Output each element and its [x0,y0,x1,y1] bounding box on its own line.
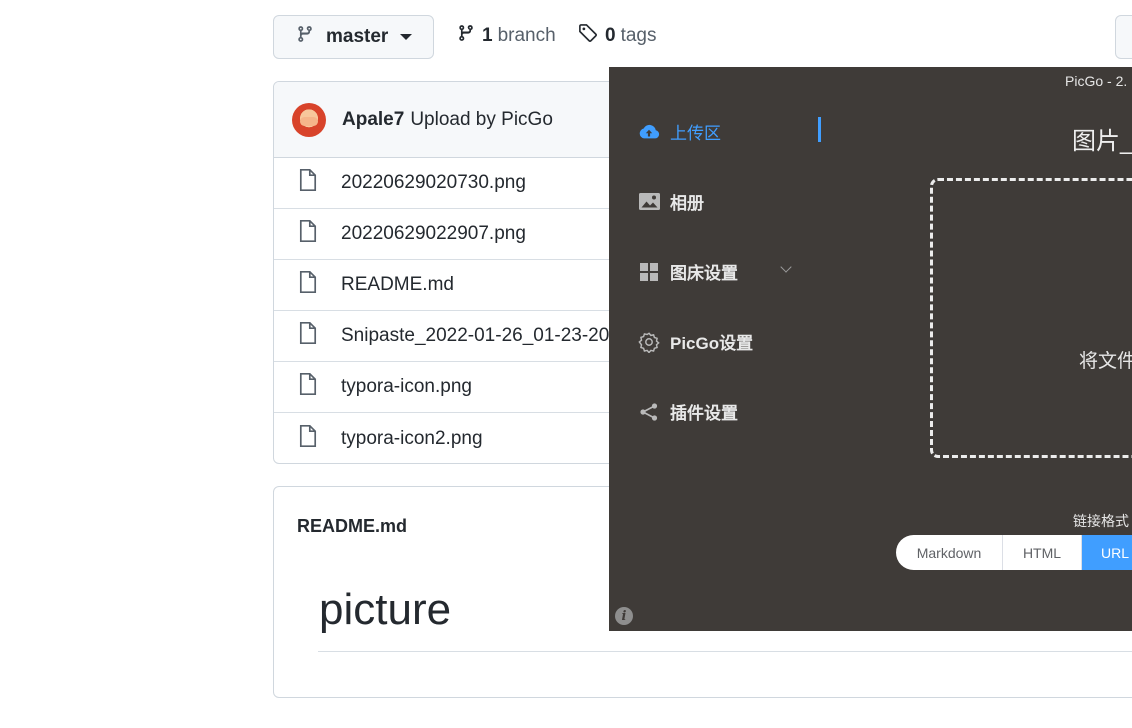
code-button[interactable] [1115,15,1132,59]
file-icon [298,270,318,300]
branch-count: 1 [482,25,493,46]
file-name[interactable]: typora-icon.png [341,376,472,398]
file-name[interactable]: 20220629020730.png [341,172,526,194]
gear-icon [638,331,660,353]
nav-picgo-settings[interactable]: PicGo设置 [638,329,753,354]
tags-link[interactable]: 0 tags [578,22,657,50]
git-branch-icon [296,24,314,50]
file-name[interactable]: Snipaste_2022-01-26_01-23-20. [341,325,615,347]
image-icon [638,191,660,213]
tag-count: 0 [605,25,616,46]
branches-link[interactable]: 1 branch [457,22,556,50]
nav-label: 图床设置 [670,264,738,283]
picgo-window: PicGo - 2. 上传区 相册 图床设置 PicGo设置 插件设置 图片_ … [609,67,1132,631]
info-icon[interactable]: i [615,607,633,625]
readme-heading: picture [319,585,452,634]
cloud-upload-icon [638,121,660,143]
nav-label: 插件设置 [670,404,738,423]
file-icon [298,372,318,402]
nav-album[interactable]: 相册 [638,189,704,214]
branch-name: master [326,26,389,47]
file-icon [298,424,318,454]
file-name[interactable]: 20220629022907.png [341,223,526,245]
nav-image-host-settings[interactable]: 图床设置 [638,259,738,284]
upload-drop-zone[interactable] [930,178,1132,458]
file-icon [298,321,318,351]
avatar[interactable] [292,102,326,137]
nav-upload-area[interactable]: 上传区 [638,119,721,144]
git-branch-icon [457,23,475,49]
chevron-down-icon[interactable] [780,261,792,273]
drop-zone-text: 将文件 [1079,351,1132,372]
branch-label: branch [497,25,556,46]
nav-label: PicGo设置 [670,334,754,353]
link-format-selector: Markdown HTML URL [896,535,1132,570]
nav-label: 相册 [670,194,704,213]
tag-icon [578,23,598,49]
format-html-button[interactable]: HTML [1003,535,1082,570]
file-icon [298,168,318,198]
chevron-down-icon [400,34,413,40]
divider [318,651,1132,652]
grid-icon [638,261,660,283]
branch-selector[interactable]: master [273,15,434,59]
link-format-label: 链接格式 [1073,513,1129,529]
readme-title: README.md [297,516,408,536]
window-title: PicGo - 2. [1065,73,1128,89]
format-markdown-button[interactable]: Markdown [896,535,1003,570]
format-url-button[interactable]: URL [1082,535,1132,570]
commit-author[interactable]: Apale7 [342,109,404,131]
active-indicator [818,117,821,142]
file-name[interactable]: typora-icon2.png [341,428,483,450]
share-icon [638,401,660,423]
upload-heading: 图片_ [1072,128,1132,155]
nav-plugin-settings[interactable]: 插件设置 [638,399,738,424]
commit-message[interactable]: Upload by PicGo [410,109,553,131]
file-icon [298,219,318,249]
file-name[interactable]: README.md [341,274,454,296]
tag-label: tags [620,25,657,46]
nav-label: 上传区 [670,124,721,143]
